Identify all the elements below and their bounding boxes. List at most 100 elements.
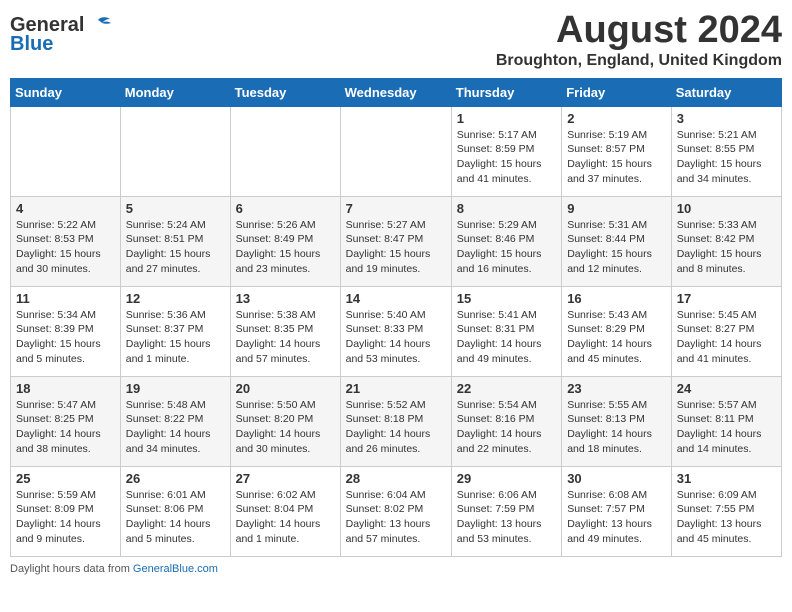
calendar-week-2: 4Sunrise: 5:22 AM Sunset: 8:53 PM Daylig… (11, 196, 782, 286)
day-number: 19 (126, 381, 225, 396)
calendar-cell: 20 Sunrise: 5:50 AM Sunset: 8:20 PM Dayli… (230, 376, 340, 466)
day-number: 1 (457, 111, 556, 126)
footer-note: Daylight hours data from GeneralBlue.com (10, 563, 782, 575)
month-title: August 2024 (496, 10, 782, 52)
day-info: Sunrise: 5:27 AM Sunset: 8:47 PM Dayligh… (346, 218, 446, 277)
day-number: 26 (126, 471, 225, 486)
logo-bird-icon (84, 16, 112, 36)
day-number: 30 (567, 471, 666, 486)
day-info: Sunrise: 6:02 AM Sunset: 8:04 PM Dayligh… (236, 488, 335, 547)
day-info: Sunrise: 5:40 AM Sunset: 8:33 PM Dayligh… (346, 308, 446, 367)
day-info: Sunrise: 5:45 AM Sunset: 8:27 PM Dayligh… (677, 308, 776, 367)
day-number: 25 (16, 471, 115, 486)
daylight-label: Daylight hours (10, 563, 80, 575)
day-number: 23 (567, 381, 666, 396)
day-number: 12 (126, 291, 225, 306)
col-monday: Monday (120, 78, 230, 106)
calendar-cell: 2Sunrise: 5:19 AM Sunset: 8:57 PM Daylig… (562, 106, 672, 196)
day-info: Sunrise: 5:41 AM Sunset: 8:31 PM Dayligh… (457, 308, 556, 367)
calendar-week-1: 1 Sunrise: 5:17 AM Sunset: 8:59 PM Daylig… (11, 106, 782, 196)
day-number: 2 (567, 111, 666, 126)
day-info: Sunrise: 5:36 AM Sunset: 8:37 PM Dayligh… (126, 308, 225, 367)
day-number: 5 (126, 201, 225, 216)
calendar-cell (340, 106, 451, 196)
calendar-cell: 29Sunrise: 6:06 AM Sunset: 7:59 PM Dayli… (451, 466, 561, 556)
calendar-cell (230, 106, 340, 196)
day-info: Sunrise: 5:26 AM Sunset: 8:49 PM Dayligh… (236, 218, 335, 277)
calendar-cell: 10 Sunrise: 5:33 AM Sunset: 8:42 PM Dayli… (671, 196, 781, 286)
day-info: Sunrise: 6:01 AM Sunset: 8:06 PM Dayligh… (126, 488, 225, 547)
calendar-cell (11, 106, 121, 196)
calendar-week-5: 25 Sunrise: 5:59 AM Sunset: 8:09 PM Dayli… (11, 466, 782, 556)
day-number: 9 (567, 201, 666, 216)
calendar-cell: 15 Sunrise: 5:41 AM Sunset: 8:31 PM Dayli… (451, 286, 561, 376)
day-info: Sunrise: 5:21 AM Sunset: 8:55 PM Dayligh… (677, 128, 776, 187)
day-number: 6 (236, 201, 335, 216)
calendar-week-4: 18 Sunrise: 5:47 AM Sunset: 8:25 PM Dayli… (11, 376, 782, 466)
calendar-cell (120, 106, 230, 196)
col-sunday: Sunday (11, 78, 121, 106)
day-info: Sunrise: 5:38 AM Sunset: 8:35 PM Dayligh… (236, 308, 335, 367)
title-area: August 2024 Broughton, England, United K… (496, 10, 782, 70)
day-info: Sunrise: 5:34 AM Sunset: 8:39 PM Dayligh… (16, 308, 115, 367)
calendar-header-row: Sunday Monday Tuesday Wednesday Thursday… (11, 78, 782, 106)
calendar-cell: 14Sunrise: 5:40 AM Sunset: 8:33 PM Dayli… (340, 286, 451, 376)
day-info: Sunrise: 5:48 AM Sunset: 8:22 PM Dayligh… (126, 398, 225, 457)
calendar-cell: 7Sunrise: 5:27 AM Sunset: 8:47 PM Daylig… (340, 196, 451, 286)
day-number: 11 (16, 291, 115, 306)
day-number: 17 (677, 291, 776, 306)
calendar-cell: 9 Sunrise: 5:31 AM Sunset: 8:44 PM Daylig… (562, 196, 672, 286)
day-number: 8 (457, 201, 556, 216)
day-number: 15 (457, 291, 556, 306)
day-info: Sunrise: 5:54 AM Sunset: 8:16 PM Dayligh… (457, 398, 556, 457)
calendar-cell: 21 Sunrise: 5:52 AM Sunset: 8:18 PM Dayli… (340, 376, 451, 466)
calendar-cell: 16Sunrise: 5:43 AM Sunset: 8:29 PM Dayli… (562, 286, 672, 376)
logo: General Blue (10, 10, 112, 56)
location-title: Broughton, England, United Kingdom (496, 52, 782, 70)
calendar-cell: 3 Sunrise: 5:21 AM Sunset: 8:55 PM Daylig… (671, 106, 781, 196)
day-number: 4 (16, 201, 115, 216)
day-number: 22 (457, 381, 556, 396)
day-number: 27 (236, 471, 335, 486)
footer-source: data from GeneralBlue.com (83, 563, 218, 575)
day-info: Sunrise: 5:57 AM Sunset: 8:11 PM Dayligh… (677, 398, 776, 457)
col-thursday: Thursday (451, 78, 561, 106)
calendar-cell: 17 Sunrise: 5:45 AM Sunset: 8:27 PM Dayli… (671, 286, 781, 376)
day-info: Sunrise: 6:06 AM Sunset: 7:59 PM Dayligh… (457, 488, 556, 547)
day-number: 10 (677, 201, 776, 216)
day-info: Sunrise: 5:43 AM Sunset: 8:29 PM Dayligh… (567, 308, 666, 367)
calendar-cell: 12 Sunrise: 5:36 AM Sunset: 8:37 PM Dayli… (120, 286, 230, 376)
day-info: Sunrise: 5:47 AM Sunset: 8:25 PM Dayligh… (16, 398, 115, 457)
day-number: 28 (346, 471, 446, 486)
day-info: Sunrise: 6:08 AM Sunset: 7:57 PM Dayligh… (567, 488, 666, 547)
day-info: Sunrise: 5:33 AM Sunset: 8:42 PM Dayligh… (677, 218, 776, 277)
day-number: 13 (236, 291, 335, 306)
calendar-cell: 18 Sunrise: 5:47 AM Sunset: 8:25 PM Dayli… (11, 376, 121, 466)
calendar-cell: 5Sunrise: 5:24 AM Sunset: 8:51 PM Daylig… (120, 196, 230, 286)
calendar-cell: 31 Sunrise: 6:09 AM Sunset: 7:55 PM Dayli… (671, 466, 781, 556)
day-info: Sunrise: 6:04 AM Sunset: 8:02 PM Dayligh… (346, 488, 446, 547)
day-number: 3 (677, 111, 776, 126)
calendar-cell: 30 Sunrise: 6:08 AM Sunset: 7:57 PM Dayli… (562, 466, 672, 556)
calendar-week-3: 11 Sunrise: 5:34 AM Sunset: 8:39 PM Dayli… (11, 286, 782, 376)
day-info: Sunrise: 5:17 AM Sunset: 8:59 PM Dayligh… (457, 128, 556, 187)
day-number: 31 (677, 471, 776, 486)
calendar-cell: 24 Sunrise: 5:57 AM Sunset: 8:11 PM Dayli… (671, 376, 781, 466)
day-number: 20 (236, 381, 335, 396)
logo-text-blue: Blue (10, 33, 53, 56)
calendar-cell: 23Sunrise: 5:55 AM Sunset: 8:13 PM Dayli… (562, 376, 672, 466)
day-number: 21 (346, 381, 446, 396)
day-info: Sunrise: 5:59 AM Sunset: 8:09 PM Dayligh… (16, 488, 115, 547)
calendar-cell: 6 Sunrise: 5:26 AM Sunset: 8:49 PM Daylig… (230, 196, 340, 286)
day-info: Sunrise: 5:50 AM Sunset: 8:20 PM Dayligh… (236, 398, 335, 457)
day-info: Sunrise: 5:29 AM Sunset: 8:46 PM Dayligh… (457, 218, 556, 277)
col-wednesday: Wednesday (340, 78, 451, 106)
day-number: 24 (677, 381, 776, 396)
col-saturday: Saturday (671, 78, 781, 106)
calendar-cell: 19 Sunrise: 5:48 AM Sunset: 8:22 PM Dayli… (120, 376, 230, 466)
page-header: General Blue August 2024 Broughton, Engl… (10, 10, 782, 70)
day-info: Sunrise: 6:09 AM Sunset: 7:55 PM Dayligh… (677, 488, 776, 547)
day-info: Sunrise: 5:52 AM Sunset: 8:18 PM Dayligh… (346, 398, 446, 457)
day-number: 18 (16, 381, 115, 396)
day-info: Sunrise: 5:31 AM Sunset: 8:44 PM Dayligh… (567, 218, 666, 277)
